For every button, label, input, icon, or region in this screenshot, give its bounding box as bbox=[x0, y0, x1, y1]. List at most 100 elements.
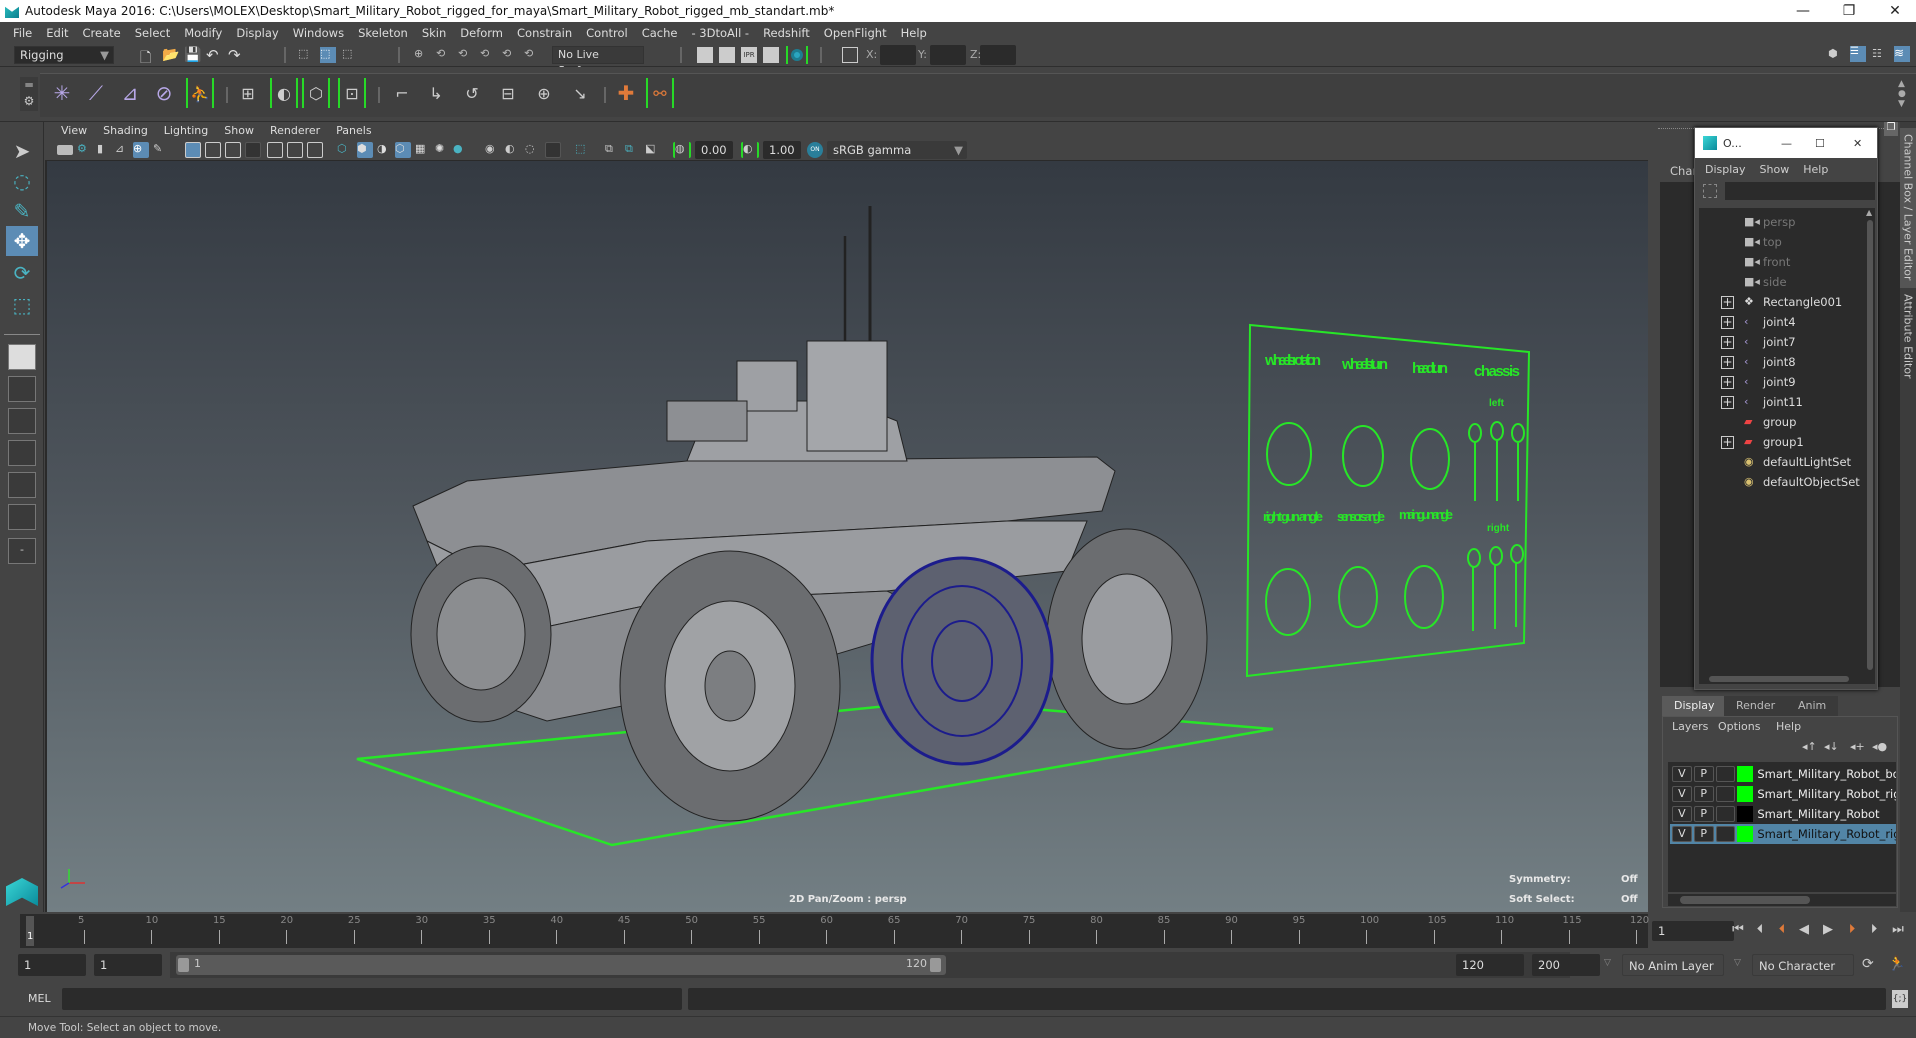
menu-cache[interactable]: Cache bbox=[635, 26, 685, 40]
orient-constraint-icon[interactable]: ↺ bbox=[458, 78, 486, 108]
viewport-menu-lighting[interactable]: Lighting bbox=[156, 124, 216, 137]
restore-button[interactable]: ❐ bbox=[1826, 0, 1872, 22]
outliner-item[interactable]: ▰ group bbox=[1699, 412, 1865, 432]
new-layer-selected-icon[interactable]: ◂● bbox=[1872, 740, 1887, 753]
viewport-menu-view[interactable]: View bbox=[53, 124, 95, 137]
xray-active-icon[interactable]: ⧉ bbox=[625, 142, 641, 158]
smooth-bind-icon[interactable]: ◐ bbox=[270, 78, 298, 108]
persp-hypershade-layout-icon[interactable] bbox=[8, 472, 36, 498]
safe-action-icon[interactable] bbox=[287, 142, 303, 158]
gamma-field[interactable]: 1.00 bbox=[763, 141, 801, 159]
attribute-editor-toggle-icon[interactable]: ☰ bbox=[1850, 46, 1866, 62]
persp-outliner-layout-icon[interactable] bbox=[8, 408, 36, 434]
menu-select[interactable]: Select bbox=[128, 26, 177, 40]
ik-handle-icon[interactable]: ⟋ bbox=[82, 78, 110, 108]
gamma-icon[interactable]: ◐ bbox=[741, 142, 759, 158]
outliner-item[interactable]: + ‹ joint11 bbox=[1699, 392, 1865, 412]
minimize-button[interactable]: — bbox=[1780, 0, 1826, 22]
default-material-icon[interactable]: ◑ bbox=[377, 142, 393, 158]
character-set-menu-icon[interactable]: ▽ bbox=[1734, 958, 1741, 968]
playback-end-field[interactable]: 120 bbox=[1456, 954, 1524, 976]
menu-modify[interactable]: Modify bbox=[177, 26, 229, 40]
ik-spline-icon[interactable]: ⊿ bbox=[116, 78, 144, 108]
expand-icon[interactable]: + bbox=[1721, 375, 1734, 389]
grease-pencil-icon[interactable]: ✎ bbox=[153, 142, 169, 158]
layer-playback-toggle[interactable]: P bbox=[1693, 766, 1714, 782]
joint-tool-icon[interactable]: ✳ bbox=[48, 78, 76, 108]
step-forward-frame-icon[interactable]: ⏵ bbox=[1844, 922, 1860, 940]
xray-icon[interactable]: ⧉ bbox=[605, 142, 621, 158]
move-tool-icon[interactable]: ✥ bbox=[6, 226, 38, 256]
save-scene-icon[interactable]: 💾 bbox=[184, 47, 201, 63]
layer-color-swatch[interactable] bbox=[1737, 806, 1754, 822]
outliner-item[interactable]: ■◂ top bbox=[1699, 232, 1865, 252]
outliner-hscrollbar[interactable] bbox=[1699, 674, 1865, 684]
float-panel-button[interactable]: ❐ bbox=[1884, 122, 1898, 136]
bookmark-icon[interactable]: ▮ bbox=[97, 142, 113, 158]
go-to-end-icon[interactable]: ⏭ bbox=[1890, 922, 1906, 940]
grid-icon[interactable] bbox=[185, 142, 201, 158]
scrollbar-thumb[interactable] bbox=[1867, 220, 1873, 670]
menu-create[interactable]: Create bbox=[76, 26, 128, 40]
outliner-item[interactable]: ■◂ side bbox=[1699, 272, 1865, 292]
anti-aliasing-icon[interactable]: ◌ bbox=[525, 142, 541, 158]
layer-menu-layers[interactable]: Layers bbox=[1672, 720, 1708, 733]
menu-openflight[interactable]: OpenFlight bbox=[817, 26, 894, 40]
expand-icon[interactable]: + bbox=[1721, 435, 1734, 449]
open-scene-icon[interactable]: 📂 bbox=[162, 47, 179, 63]
playback-start-field[interactable]: 1 bbox=[94, 954, 162, 976]
menu-constrain[interactable]: Constrain bbox=[510, 26, 579, 40]
outliner-item[interactable]: ◉ defaultLightSet bbox=[1699, 452, 1865, 472]
layer-visibility-toggle[interactable]: V bbox=[1672, 806, 1692, 822]
range-start-handle[interactable] bbox=[178, 958, 189, 972]
outliner-item[interactable]: + ❖ Rectangle001 bbox=[1699, 292, 1865, 312]
menu-skeleton[interactable]: Skeleton bbox=[351, 26, 415, 40]
play-backwards-icon[interactable]: ◀ bbox=[1796, 922, 1812, 940]
select-component-icon[interactable]: ⬚ bbox=[342, 47, 358, 63]
parent-constraint-icon[interactable]: ⌐ bbox=[388, 78, 416, 108]
exposure-icon[interactable]: ◍ bbox=[673, 142, 691, 158]
animation-preferences-icon[interactable]: 🏃 bbox=[1888, 956, 1905, 972]
redo-icon[interactable]: ↷ bbox=[228, 46, 244, 64]
viewport-menu-renderer[interactable]: Renderer bbox=[262, 124, 328, 137]
step-forward-key-icon[interactable]: ⏵ bbox=[1866, 922, 1882, 940]
live-surface-field[interactable]: No Live Surface bbox=[552, 46, 644, 77]
safe-title-icon[interactable] bbox=[307, 142, 323, 158]
shadows-icon[interactable]: ● bbox=[453, 142, 469, 158]
expand-icon[interactable]: + bbox=[1721, 335, 1734, 349]
selected-wheel[interactable] bbox=[870, 556, 1054, 766]
move-layer-down-icon[interactable]: ◂↓ bbox=[1824, 740, 1839, 753]
shelf-menu-button[interactable]: ═ ⚙ bbox=[20, 77, 38, 111]
persp-graph-layout-icon[interactable] bbox=[8, 440, 36, 466]
isolate-select-icon[interactable]: ⬚ bbox=[575, 142, 591, 158]
layer-playback-toggle[interactable]: P bbox=[1693, 826, 1714, 842]
exposure-field[interactable]: 0.00 bbox=[695, 141, 733, 159]
layer-row[interactable]: V P Smart_Military_Robot bbox=[1670, 804, 1896, 824]
outliner-search-input[interactable] bbox=[1725, 182, 1875, 200]
image-plane-icon[interactable]: ⊿ bbox=[115, 142, 131, 158]
close-button[interactable]: ✕ bbox=[1853, 137, 1862, 150]
minimize-button[interactable]: — bbox=[1781, 137, 1792, 150]
layer-menu-options[interactable]: Options bbox=[1718, 720, 1760, 733]
shelf-scroll-icon[interactable]: ▲ ● ▼ bbox=[1898, 79, 1906, 109]
new-scene-icon[interactable]: 🗋 bbox=[140, 47, 156, 66]
set-driven-key-icon[interactable]: ⚯ bbox=[646, 78, 674, 108]
layer-visibility-toggle[interactable]: V bbox=[1672, 826, 1692, 842]
auto-key-icon[interactable]: ⟳ bbox=[1862, 956, 1874, 972]
persp-graph-outliner-layout-icon[interactable] bbox=[8, 504, 36, 530]
menu-3dtoall[interactable]: - 3DtoAll - bbox=[684, 26, 756, 40]
tab-channel-box-layer-editor[interactable]: Channel Box / Layer Editor bbox=[1900, 128, 1916, 288]
menu-skin[interactable]: Skin bbox=[415, 26, 453, 40]
outliner-menu-display[interactable]: Display bbox=[1705, 163, 1746, 176]
layer-display-type-toggle[interactable] bbox=[1715, 806, 1736, 822]
tab-display-layers[interactable]: Display bbox=[1662, 696, 1727, 716]
ipr-render-icon[interactable]: IPR bbox=[741, 47, 757, 63]
single-perspective-layout-icon[interactable] bbox=[8, 344, 36, 370]
set-key-icon[interactable]: ✚ bbox=[612, 78, 640, 108]
start-time-field[interactable]: 1 bbox=[18, 954, 86, 976]
expand-icon[interactable]: + bbox=[1721, 355, 1734, 369]
y-field[interactable] bbox=[930, 45, 966, 65]
end-time-field[interactable]: 200 bbox=[1532, 954, 1600, 976]
textured-icon[interactable]: ▦ bbox=[415, 142, 431, 158]
wireframe-icon[interactable]: ⬡ bbox=[337, 142, 353, 158]
